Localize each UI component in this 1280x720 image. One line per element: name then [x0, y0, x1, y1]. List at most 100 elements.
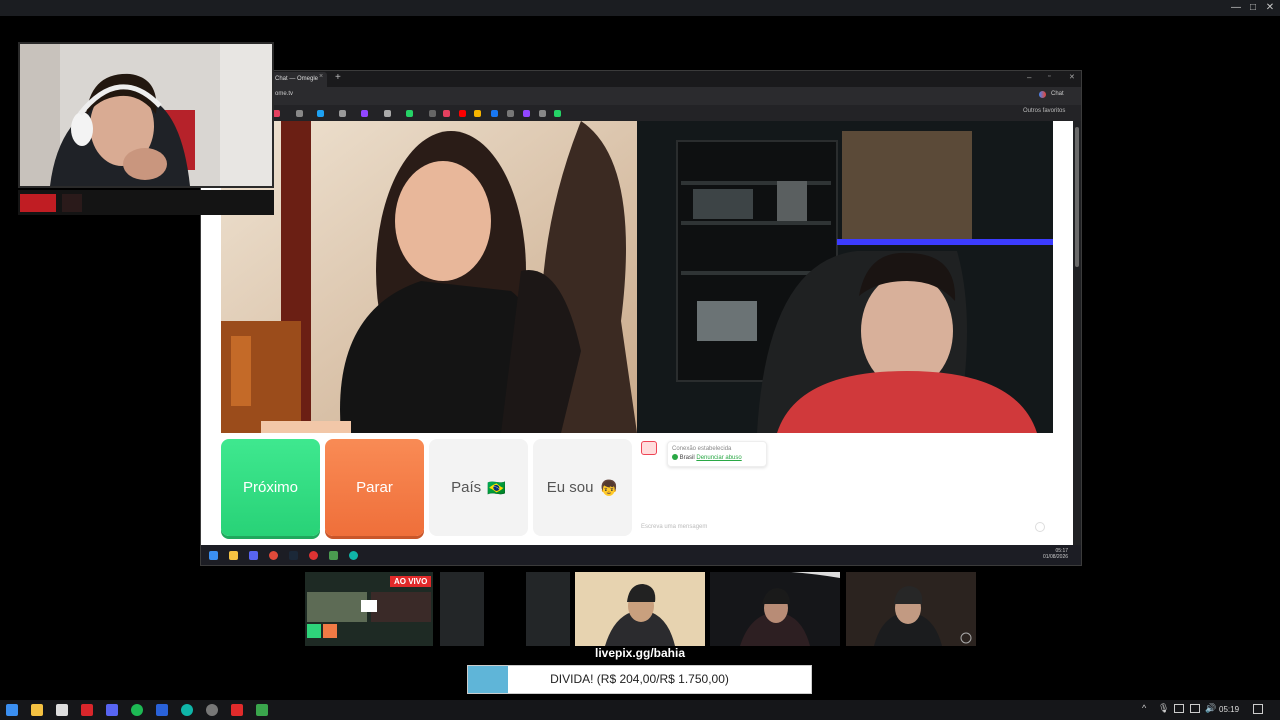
bookmark-icon[interactable]: [507, 110, 514, 117]
discord-icon[interactable]: [249, 551, 258, 560]
inner-taskbar: 05:17 01/08/2026: [201, 545, 1081, 565]
stranger-video-frame: [221, 121, 637, 433]
brazil-flag-icon: [672, 454, 678, 461]
inner-clock: 05:17 01/08/2026: [1043, 548, 1068, 560]
bookmark-icon[interactable]: [491, 110, 498, 117]
gender-button[interactable]: Eu sou 👦: [533, 439, 632, 536]
bookmark-icon[interactable]: [474, 110, 481, 117]
inner-date: 01/08/2026: [1043, 554, 1069, 560]
network-icon[interactable]: [1190, 704, 1200, 713]
obs-icon[interactable]: [309, 551, 318, 560]
store-icon[interactable]: [56, 704, 68, 716]
webcam-caption-strip: [18, 190, 274, 215]
steam-icon[interactable]: [289, 551, 298, 560]
bookmark-icon[interactable]: [384, 110, 391, 117]
address-bar[interactable]: ome.tv Chat: [201, 87, 1081, 105]
stream-window-titlebar: — □ ✕: [0, 0, 1280, 16]
microphone-icon[interactable]: 🎙: [1158, 703, 1169, 714]
app-icon[interactable]: [256, 704, 268, 716]
thumb-participant: [710, 572, 840, 646]
youtube-icon[interactable]: [231, 704, 243, 716]
bookmark-icon[interactable]: [317, 110, 324, 117]
spotify-icon[interactable]: [131, 704, 143, 716]
thumb-empty: [440, 572, 484, 646]
chrome-icon[interactable]: [269, 551, 278, 560]
app-icon[interactable]: [156, 704, 168, 716]
donation-goal-text: DIVIDA! (R$ 204,00/R$ 1.750,00): [550, 672, 729, 686]
gender-button-label: Eu sou: [546, 479, 594, 496]
next-button[interactable]: Próximo: [221, 439, 320, 536]
minimize-icon[interactable]: —: [1230, 2, 1242, 14]
message-input[interactable]: Escreva uma mensagem: [641, 524, 707, 530]
windows-start-icon[interactable]: [6, 704, 18, 716]
maximize-icon[interactable]: □: [1247, 2, 1259, 14]
bookmark-icon[interactable]: [459, 110, 466, 117]
bookmark-icon[interactable]: [443, 110, 450, 117]
bookmark-icon[interactable]: [273, 110, 280, 117]
overlay-graphic: [62, 194, 82, 212]
emoji-icon[interactable]: [1035, 522, 1045, 532]
url-text[interactable]: ome.tv: [275, 91, 293, 97]
stranger-video: [221, 121, 637, 433]
bookmark-icon[interactable]: [361, 110, 368, 117]
bookmark-icon[interactable]: [429, 110, 436, 117]
stop-button-label: Parar: [356, 479, 393, 496]
tv-logo-icon: [641, 441, 657, 455]
chat-page: Próximo Parar País 🇧🇷 Eu sou 👦 Conexão e…: [201, 121, 1073, 545]
donation-link: livepix.gg/bahia: [594, 646, 686, 660]
country-button-label: País: [451, 479, 482, 496]
bookmark-icon[interactable]: [523, 110, 530, 117]
thumb-participant-video: [575, 572, 705, 646]
country-line: Brasil Denunciar abuso: [672, 454, 762, 463]
discord-icon[interactable]: [106, 704, 118, 716]
own-video-frame: [637, 121, 1053, 433]
edge-icon[interactable]: [181, 704, 193, 716]
chat-panel: Conexão estabelecida Brasil Denunciar ab…: [637, 437, 1053, 537]
streamer-webcam: [18, 42, 274, 188]
tab-strip: Chat — Omegle × + – ▫ ✕: [201, 71, 1081, 87]
new-tab-icon[interactable]: +: [335, 72, 341, 83]
window-restore-icon[interactable]: ▫: [1048, 73, 1050, 80]
bookmark-icon[interactable]: [339, 110, 346, 117]
boy-icon: 👦: [599, 479, 619, 497]
streamer-webcam-frame: [20, 44, 272, 186]
country-button[interactable]: País 🇧🇷: [429, 439, 528, 536]
connection-status: Conexão estabelecida: [672, 446, 732, 452]
bookmark-icon[interactable]: [539, 110, 546, 117]
app-icon[interactable]: [81, 704, 93, 716]
thumb-participant: [575, 572, 705, 646]
bookmark-icon[interactable]: [554, 110, 561, 117]
file-explorer-icon[interactable]: [229, 551, 238, 560]
bookmark-icon[interactable]: [406, 110, 413, 117]
thumb-participant-video: [710, 572, 840, 646]
taskbar: ^ 🎙 🔊 05:19: [0, 700, 1280, 720]
file-explorer-icon[interactable]: [31, 704, 43, 716]
next-button-label: Próximo: [242, 479, 298, 496]
thumb-empty: [526, 572, 570, 646]
taskbar-clock[interactable]: 05:19: [1219, 705, 1239, 714]
window-minimize-icon[interactable]: –: [1027, 73, 1031, 82]
donation-goal-bar: DIVIDA! (R$ 204,00/R$ 1.750,00): [467, 665, 812, 694]
app-icon[interactable]: [206, 704, 218, 716]
screen-icon[interactable]: [1174, 704, 1184, 713]
close-icon[interactable]: ✕: [1264, 2, 1276, 14]
window-close-icon[interactable]: ✕: [1069, 73, 1075, 81]
app-icon[interactable]: [329, 551, 338, 560]
browser-window: Chat — Omegle × + – ▫ ✕ ome.tv Chat Outr…: [200, 70, 1082, 566]
chat-extension-label[interactable]: Chat: [1051, 91, 1064, 97]
live-badge: AO VIVO: [390, 576, 432, 587]
notification-icon[interactable]: [1253, 704, 1263, 714]
brazil-flag-icon: 🇧🇷: [487, 479, 506, 497]
other-bookmarks-folder[interactable]: Outros favoritos: [1023, 108, 1065, 114]
windows-start-icon[interactable]: [209, 551, 218, 560]
chat-extension-icon[interactable]: [1039, 91, 1046, 98]
bookmark-icon[interactable]: [296, 110, 303, 117]
scrollbar[interactable]: [1075, 127, 1079, 267]
edge-icon[interactable]: [349, 551, 358, 560]
stranger-country: Brasil: [679, 455, 695, 461]
chevron-up-icon[interactable]: ^: [1142, 703, 1146, 713]
tab-close-icon[interactable]: ×: [319, 73, 323, 80]
report-abuse-link[interactable]: Denunciar abuso: [696, 455, 741, 461]
stop-button[interactable]: Parar: [325, 439, 424, 536]
volume-icon[interactable]: 🔊: [1205, 703, 1216, 714]
